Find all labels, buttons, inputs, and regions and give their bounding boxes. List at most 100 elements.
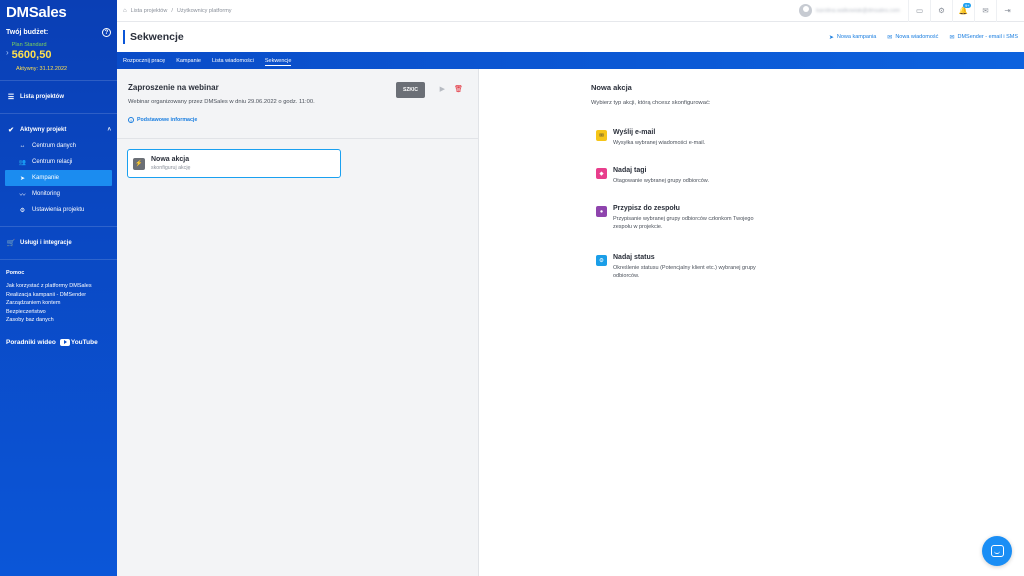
chart-line-icon: 〰: [19, 192, 26, 199]
bell-icon[interactable]: 🔔 9+: [952, 0, 974, 22]
chat-icon: [990, 545, 1004, 557]
tab-sequences[interactable]: Sekwencje: [264, 52, 291, 69]
logout-icon[interactable]: ⇥: [996, 0, 1018, 22]
user-email[interactable]: karolina.walkowiak@dmsales.com: [816, 8, 900, 14]
status-icon: ⚙: [596, 255, 607, 266]
budget-section: Twój budżet: ? › Plan Standard 5600,50 A…: [0, 22, 117, 72]
play-icon[interactable]: ▶: [440, 85, 445, 93]
topbar-right: karolina.walkowiak@dmsales.com ▭ ⚙ 🔔 9+ ✉…: [799, 0, 1018, 22]
home-icon[interactable]: ⌂: [123, 8, 127, 14]
help-title: Pomoc: [6, 270, 25, 276]
card-icon[interactable]: ▭: [908, 0, 930, 22]
divider: [0, 113, 117, 114]
new-message-label: Nowa wiadomość: [895, 34, 939, 40]
sidebar-item-data-center[interactable]: ↔ Centrum danych: [0, 138, 117, 154]
option-assign-team[interactable]: ● Przypisz do zespołu Przypisanie wybran…: [596, 205, 763, 231]
budget-title: Twój budżet:: [6, 29, 49, 36]
sidebar-item-campaigns[interactable]: ➤ Kampanie: [5, 170, 112, 186]
chevron-up-icon: ˄: [107, 127, 111, 133]
basic-info-label: Podstawowe informacje: [137, 117, 198, 123]
sidebar-item-label: Kampanie: [32, 175, 60, 181]
sidebar-item-projects[interactable]: ☰ Lista projektów: [0, 89, 117, 105]
help-link[interactable]: Realizacja kampanii - DMSender: [6, 291, 111, 300]
paper-plane-icon: ➤: [19, 175, 26, 182]
new-action-subtitle: Wybierz typ akcji, którą chcesz skonfigu…: [591, 100, 711, 106]
youtube-label: YouTube: [70, 338, 98, 346]
tag-icon: ◆: [596, 168, 607, 179]
dmsender-button[interactable]: ✉ DMSender - email i SMS: [949, 34, 1018, 41]
sidebar-item-active-project[interactable]: ✔ Aktywny projekt ˄: [0, 122, 117, 138]
sidebar-item-label: Centrum danych: [32, 143, 77, 149]
chat-widget-button[interactable]: [982, 536, 1012, 566]
topbar: ⌂ Lista projektów / Użytkownicy platform…: [117, 0, 1024, 22]
lightning-icon: ⚡: [133, 157, 145, 170]
option-add-tags[interactable]: ◆ Nadaj tagi Otagowanie wybranej grupy o…: [596, 167, 763, 185]
avatar[interactable]: [799, 4, 813, 17]
sidebar-item-label: Aktywny projekt: [20, 127, 67, 133]
users-icon: 👥: [18, 159, 27, 166]
new-action-panel: Nowa akcja Wybierz typ akcji, którą chce…: [479, 69, 1024, 576]
tab-messages[interactable]: Lista wiadomości: [212, 52, 254, 69]
help-link[interactable]: Zasoby baz danych: [6, 316, 111, 325]
option-send-email[interactable]: ✉ Wyślij e-mail Wysyłka wybranej wiadomo…: [596, 129, 763, 147]
basic-info-link[interactable]: i Podstawowe informacje: [128, 117, 467, 123]
action-card-title: Nowa akcja: [151, 156, 190, 163]
new-action-title: Nowa akcja: [591, 83, 632, 92]
notification-badge: 9+: [963, 2, 971, 8]
option-set-status[interactable]: ⚙ Nadaj status Określenie statusu (Poten…: [596, 254, 763, 280]
sidebar-item-project-settings[interactable]: ⚙ Ustawienia projektu: [0, 202, 117, 218]
option-title: Nadaj status: [613, 254, 655, 261]
draft-status-button[interactable]: SZKIC: [396, 82, 425, 98]
breadcrumb-item[interactable]: Lista projektów: [131, 8, 168, 14]
divider: [0, 259, 117, 260]
user-icon: ●: [596, 206, 607, 217]
sidebar-item-label: Ustawienia projektu: [32, 207, 85, 213]
title-accent: [123, 30, 125, 44]
info-icon: i: [128, 117, 134, 123]
divider: [0, 80, 117, 81]
sidebar-item-monitoring[interactable]: 〰 Monitoring: [0, 186, 117, 202]
option-title: Nadaj tagi: [613, 167, 647, 174]
breadcrumb: ⌂ Lista projektów / Użytkownicy platform…: [123, 8, 232, 14]
breadcrumb-item[interactable]: Użytkownicy platformy: [177, 8, 232, 14]
sidebar-item-relations[interactable]: 👥 Centrum relacji: [0, 154, 117, 170]
tab-bar: Rozpocznij pracę Kampanie Lista wiadomoś…: [117, 52, 1024, 69]
sidebar-item-services[interactable]: 🛒 Usługi i integracje: [0, 235, 117, 251]
breadcrumb-separator: /: [171, 7, 173, 14]
new-campaign-label: Nowa kampania: [836, 34, 877, 40]
help-link[interactable]: Jak korzystać z platformy DMSales: [6, 282, 111, 291]
option-description: Określenie statusu (Potencjalny klient e…: [613, 265, 756, 279]
new-campaign-button[interactable]: ➤ Nowa kampania: [829, 34, 876, 41]
youtube-play-icon: [59, 338, 70, 346]
option-description: Wysyłka wybranej wiadomości e-mail.: [613, 140, 706, 146]
envelope-icon: ✉: [949, 34, 955, 41]
page-header: Sekwencje ➤ Nowa kampania ✉ Nowa wiadomość…: [117, 22, 1024, 52]
option-description: Otagowanie wybranej grupy odbiorców.: [613, 178, 710, 184]
help-link[interactable]: Zarządzaniem kontem: [6, 299, 111, 308]
help-icon[interactable]: ?: [102, 28, 111, 37]
mail-icon[interactable]: ✉: [974, 0, 996, 22]
cart-icon: 🛒: [6, 240, 16, 247]
budget-amount: 5600,50: [11, 49, 52, 61]
data-center-icon: ↔: [19, 143, 26, 149]
video-tutorials[interactable]: Poradniki wideo YouTube: [0, 338, 117, 346]
logo[interactable]: DMSales: [0, 0, 117, 22]
check-icon: ✔: [8, 127, 14, 134]
youtube-logo: YouTube: [59, 338, 98, 346]
tab-start[interactable]: Rozpocznij pracę: [123, 52, 165, 69]
envelope-icon: ✉: [596, 130, 607, 141]
help-section: Pomoc Jak korzystać z platformy DMSales …: [0, 270, 117, 325]
sidebar-item-label: Lista projektów: [20, 94, 65, 100]
header-actions: ➤ Nowa kampania ✉ Nowa wiadomość ✉ DMSender…: [818, 34, 1018, 41]
new-action-card[interactable]: ⚡ Nowa akcja skonfiguruj akcję: [127, 149, 341, 178]
option-title: Wyślij e-mail: [613, 129, 656, 136]
new-message-button[interactable]: ✉ Nowa wiadomość: [887, 34, 938, 41]
trash-icon[interactable]: 🗑: [454, 85, 463, 93]
page-title: Sekwencje: [130, 31, 184, 43]
tab-campaigns[interactable]: Kampanie: [176, 52, 201, 69]
sequence-panel: Zaproszenie na webinar Webinar organizow…: [117, 69, 479, 576]
help-link[interactable]: Bezpieczeństwo: [6, 308, 111, 317]
sidebar-item-label: Monitoring: [32, 191, 61, 197]
divider: [0, 226, 117, 227]
gear-icon[interactable]: ⚙: [930, 0, 952, 22]
